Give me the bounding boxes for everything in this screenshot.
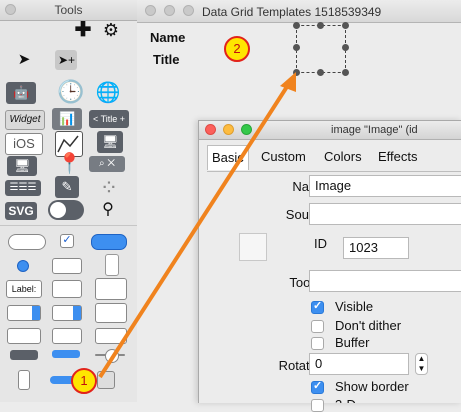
tab-custom-label: Custom (261, 149, 306, 164)
id-field[interactable]: 1023 (343, 237, 409, 259)
ios-icon[interactable]: iOS (5, 133, 43, 155)
buffer-checkbox[interactable] (311, 337, 324, 350)
tab-colors-label: Colors (324, 149, 362, 164)
show-border-checkbox[interactable] (311, 379, 324, 394)
name-label[interactable]: Name (150, 30, 185, 45)
image-icon[interactable] (97, 371, 115, 389)
popup-icon[interactable] (105, 254, 119, 276)
search-icon[interactable]: ⌕ ✕ (89, 156, 125, 172)
tab-custom[interactable]: Custom (257, 145, 310, 169)
tooltip-field[interactable] (309, 270, 461, 292)
svg-label: SVG (8, 204, 34, 218)
progress-icon[interactable] (52, 350, 80, 358)
dont-dither-checkbox[interactable] (311, 320, 324, 333)
source-field[interactable] (309, 203, 461, 225)
ios-label: iOS (13, 136, 35, 151)
tab-colors[interactable]: Colors (320, 145, 366, 169)
close-icon[interactable] (145, 5, 156, 16)
minimize-icon[interactable] (223, 124, 234, 135)
scrolling-field-icon[interactable] (95, 278, 127, 300)
android-icon[interactable]: 🤖 (6, 82, 36, 104)
widget-icon[interactable]: Widget (5, 110, 45, 130)
segmented-icon[interactable]: ☰☰☰ (5, 180, 41, 196)
zoom-icon[interactable] (183, 5, 194, 16)
clock-icon[interactable]: 🕒 (57, 79, 84, 105)
inspector-titlebar: image "Image" (id (199, 121, 461, 140)
visible-label: Visible (335, 299, 374, 314)
resize-handle[interactable] (342, 44, 349, 51)
pencil-icon[interactable]: ✎ (55, 176, 79, 198)
rounded-button-icon[interactable] (8, 234, 46, 250)
resize-handle[interactable] (293, 69, 300, 76)
tab-effects-label: Effects (378, 149, 418, 164)
tab-effects[interactable]: Effects (374, 145, 422, 169)
tools-palette: Tools ✚ ⚙ ➤ ➤+ 🤖 🕒 🌐 Widget 📊 < Title + … (0, 0, 138, 402)
gear-icon[interactable]: ⚙ (102, 21, 120, 39)
three-d-label: 3-D (335, 397, 356, 403)
little-arrows-icon[interactable] (18, 370, 30, 390)
default-button-icon[interactable] (91, 234, 127, 250)
title-button-label: < Title + (92, 114, 126, 124)
inspector-title: image "Image" (id (331, 124, 418, 136)
checkbox-icon[interactable]: ✓ (60, 234, 74, 248)
tree-icon[interactable]: ⚲ (100, 200, 116, 220)
radio-icon[interactable] (17, 260, 29, 272)
table-field-icon[interactable] (52, 328, 82, 344)
tab-basic-label: Basic (212, 150, 244, 165)
buffer-label: Buffer (335, 335, 370, 350)
rotation-field[interactable]: 0 (309, 353, 409, 375)
dont-dither-label: Don't dither (335, 318, 402, 333)
text-field-icon[interactable] (52, 280, 82, 298)
slider-icon[interactable] (95, 349, 125, 363)
runtime-pointer-icon[interactable]: ➤+ (55, 50, 77, 70)
navigation-bar-icon[interactable]: 🖥 (97, 131, 123, 153)
resize-handle[interactable] (342, 22, 349, 29)
toggle-icon[interactable] (48, 200, 84, 220)
resize-handle[interactable] (317, 22, 324, 29)
pointer-icon[interactable]: ➤ (17, 52, 31, 68)
globe-icon[interactable]: 🌐 (95, 80, 121, 106)
show-border-label: Show border (335, 379, 409, 394)
image-thumbnail (239, 233, 267, 261)
tools-titlebar: Tools (0, 0, 137, 21)
three-d-checkbox[interactable] (311, 399, 324, 412)
tab-panel-icon[interactable] (95, 303, 127, 323)
header-bar-icon[interactable]: < Title + (89, 110, 129, 128)
label-icon[interactable]: Label: (6, 280, 42, 298)
data-grid-icon[interactable] (95, 328, 127, 344)
selected-image-object[interactable] (293, 22, 349, 76)
datagrid-titlebar: Data Grid Templates 1518539349 (137, 0, 461, 23)
label-field-text: Label: (11, 284, 37, 294)
resize-handle[interactable] (293, 22, 300, 29)
property-inspector: image "Image" (id Basic Custom Colors Ef… (198, 120, 461, 412)
visible-checkbox[interactable] (311, 299, 324, 314)
option-menu-icon[interactable] (7, 305, 41, 321)
step-2-badge: 2 (224, 36, 250, 62)
combo-box-icon[interactable] (52, 305, 82, 321)
name-field[interactable]: Image (309, 175, 461, 197)
minimize-icon[interactable] (164, 5, 175, 16)
map-pin-icon[interactable]: 📍 (57, 152, 82, 176)
svg-icon[interactable]: SVG (5, 202, 37, 220)
resize-handle[interactable] (317, 69, 324, 76)
close-icon[interactable] (205, 124, 216, 135)
player-icon[interactable] (10, 350, 38, 360)
tab-basic[interactable]: Basic (207, 145, 249, 170)
zoom-icon[interactable] (241, 124, 252, 135)
resize-handle[interactable] (293, 44, 300, 51)
step-1-badge: 1 (71, 368, 97, 394)
title-label[interactable]: Title (153, 52, 180, 67)
rectangle-button-icon[interactable] (52, 258, 82, 274)
resize-handle[interactable] (342, 69, 349, 76)
datagrid-title: Data Grid Templates 1518539349 (202, 5, 382, 19)
spinner-icon[interactable]: ⁘ (96, 175, 122, 201)
add-icon[interactable]: ✚ (74, 20, 92, 40)
chart-icon[interactable]: 📊 (52, 108, 82, 130)
widget-label: Widget (9, 114, 41, 125)
list-field-icon[interactable] (7, 328, 41, 344)
separator (0, 225, 137, 226)
rotation-stepper[interactable]: ▲ ▼ (415, 353, 428, 375)
tools-title: Tools (54, 3, 83, 17)
browser-icon[interactable]: 🖥 (7, 156, 37, 176)
